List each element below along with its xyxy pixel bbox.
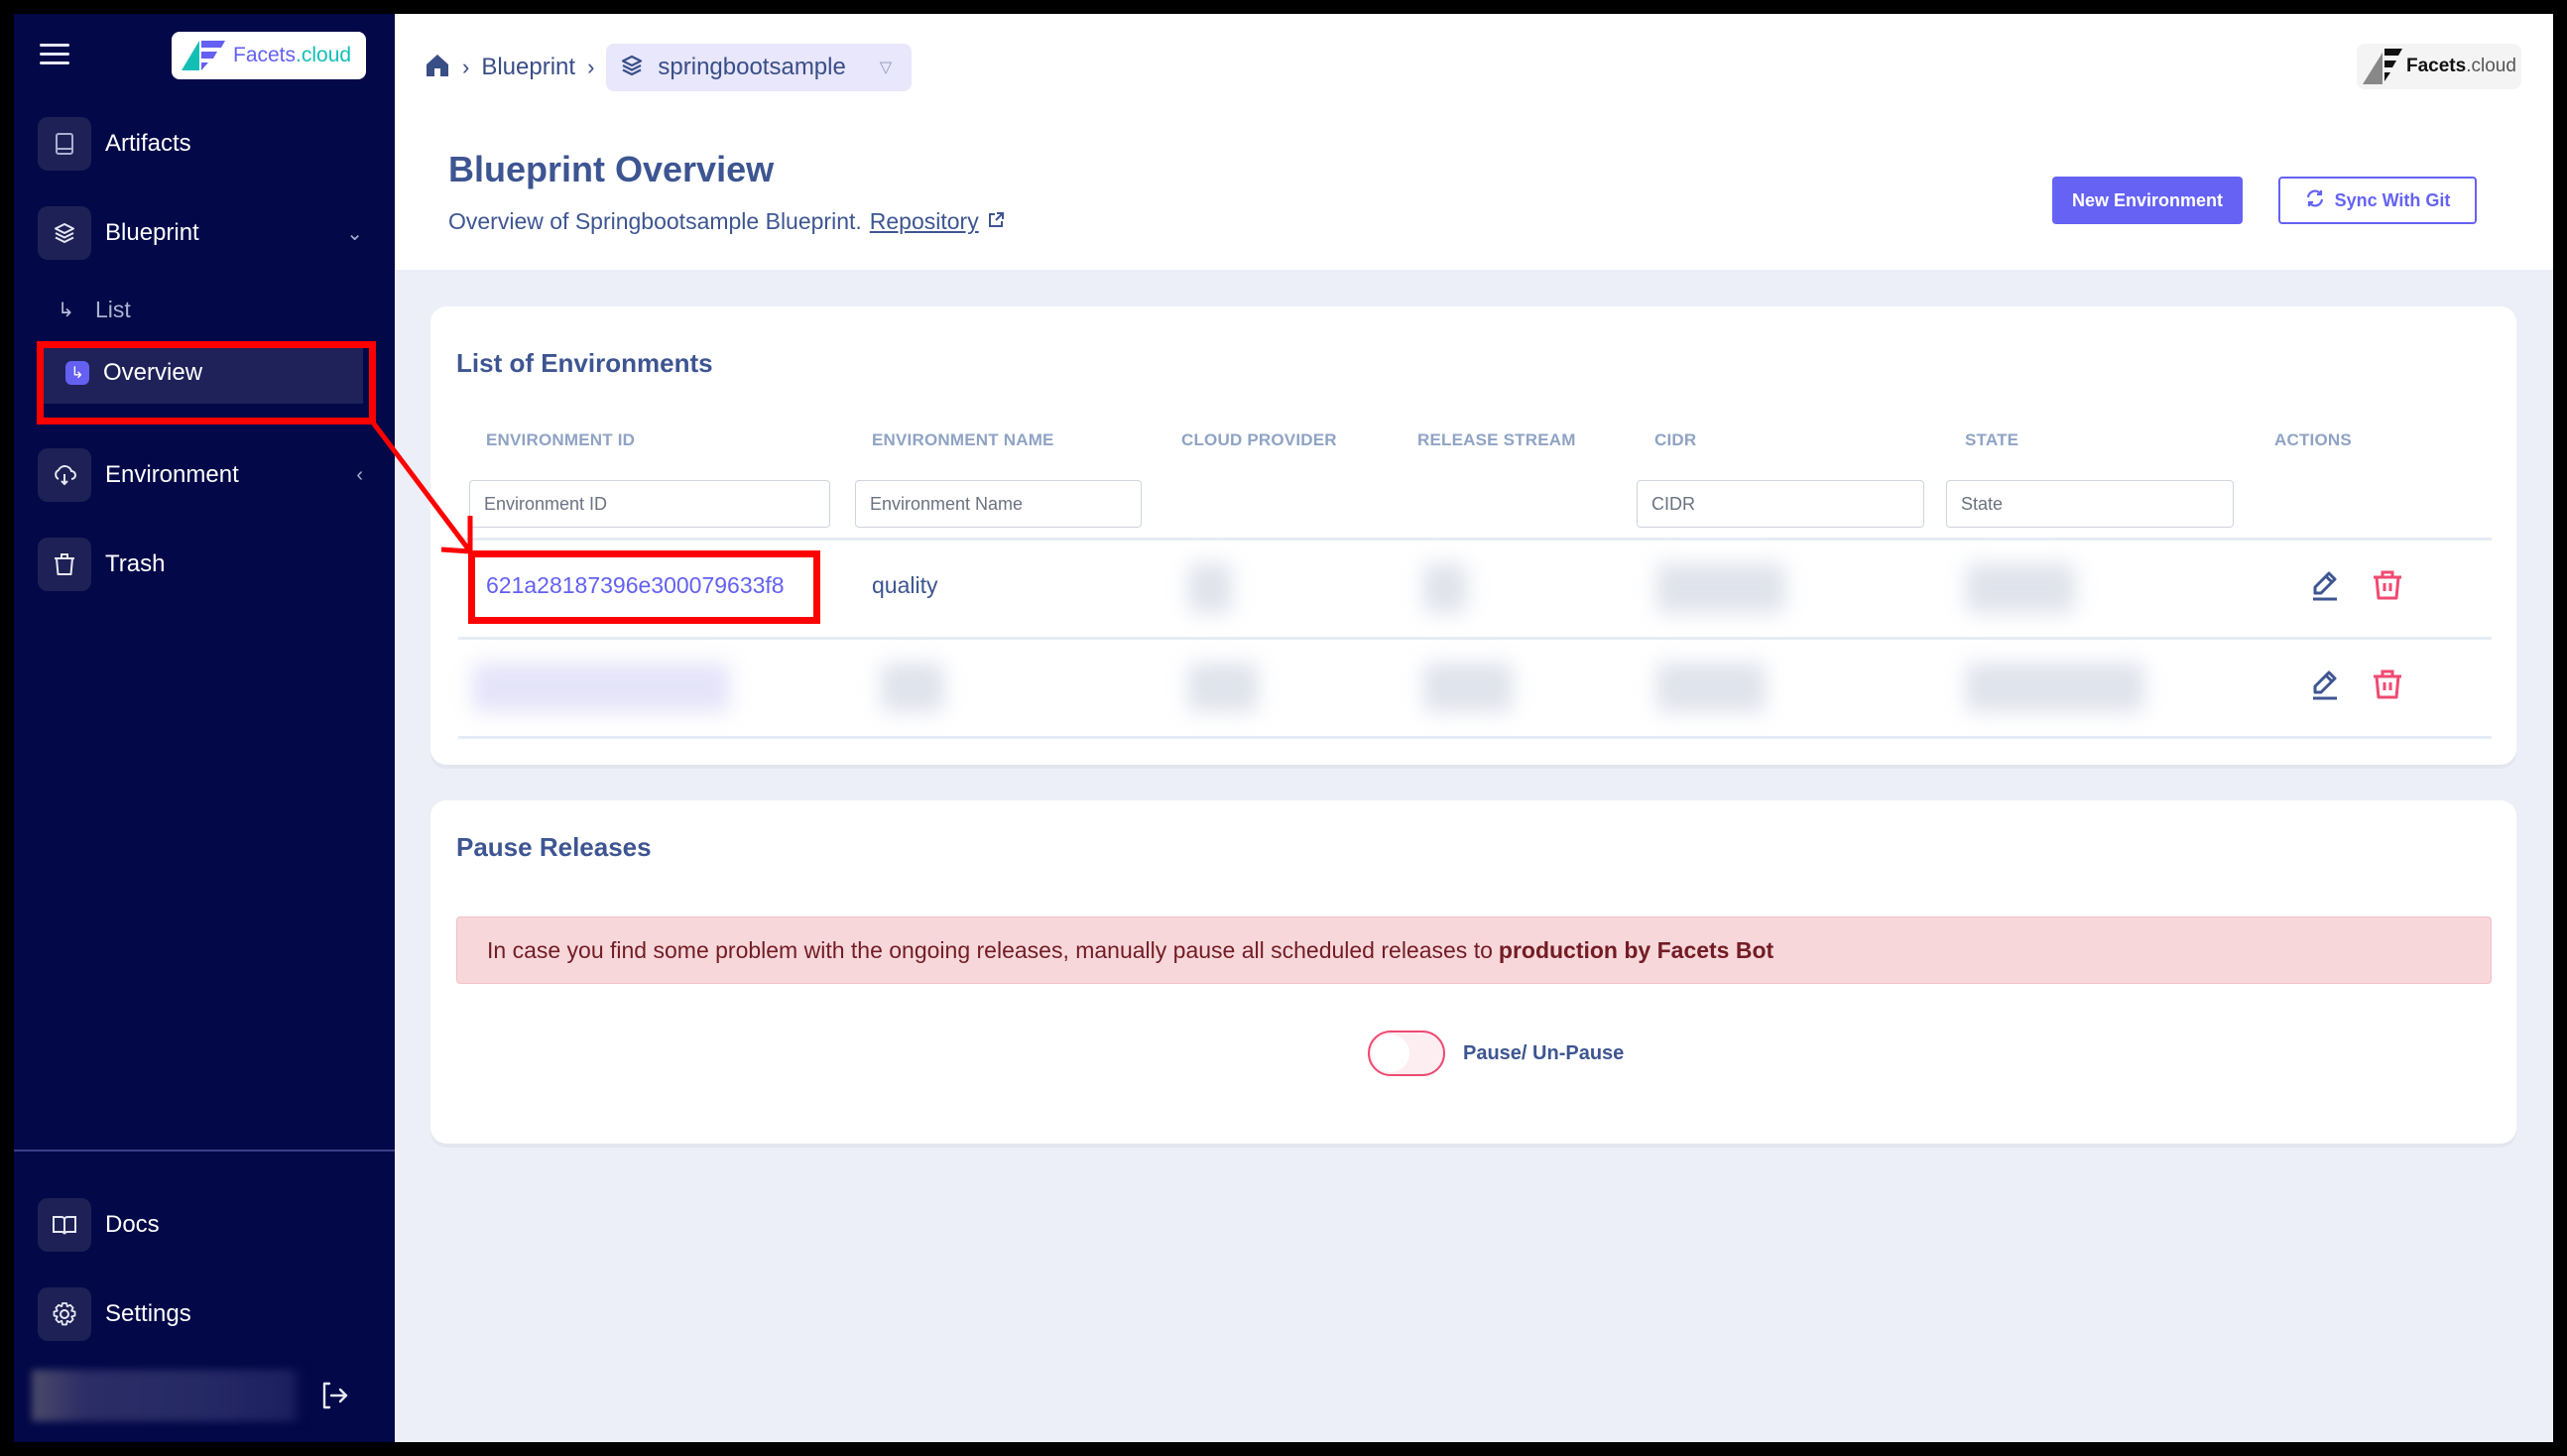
row-divider (458, 538, 2492, 541)
book-icon (38, 117, 91, 171)
column-header-release-stream: RELEASE STREAM (1417, 430, 1576, 449)
sidebar-item-artifacts[interactable]: Artifacts (38, 117, 371, 171)
environments-card: List of Environments ENVIRONMENT ID ENVI… (430, 306, 2516, 765)
sidebar-subitem-list[interactable]: ↳ List (58, 290, 131, 329)
top-logo-text: Facets.cloud (2406, 56, 2516, 76)
state-redacted (1966, 663, 2144, 712)
state-redacted (1966, 563, 2075, 613)
pause-releases-card: Pause Releases In case you find some pro… (430, 800, 2516, 1144)
column-header-cloud-provider: CLOUD PROVIDER (1181, 430, 1337, 449)
annotation-highlight-overview (37, 341, 376, 425)
page-header: › Blueprint › springbootsample ▽ Bluepri… (395, 14, 2553, 270)
sidebar-divider (14, 1150, 395, 1152)
pause-alert: In case you find some problem with the o… (456, 916, 2492, 984)
cloud-provider-redacted (1188, 563, 1232, 613)
pause-alert-emphasis: production by Facets Bot (1498, 936, 1774, 963)
column-header-state: STATE (1965, 430, 2019, 449)
sidebar-item-settings[interactable]: Settings (38, 1287, 371, 1341)
pause-toggle-label: Pause/ Un-Pause (1463, 1041, 1625, 1064)
pause-alert-text: In case you find some problem with the o… (487, 936, 1493, 963)
column-header-environment-name: ENVIRONMENT NAME (872, 430, 1054, 449)
blueprint-selector-value: springbootsample (658, 54, 846, 80)
column-header-actions: ACTIONS (2274, 430, 2352, 449)
facets-logo-mark-icon (2363, 49, 2402, 84)
page-subtitle-text: Overview of Springbootsample Blueprint. (448, 208, 862, 234)
sidebar-item-blueprint[interactable]: Blueprint ⌄ (38, 206, 371, 260)
state-filter[interactable] (1946, 480, 2234, 528)
layers-icon (38, 206, 91, 260)
sub-arrow-icon: ↳ (58, 299, 74, 321)
chevron-down-icon[interactable]: ⌄ (346, 221, 363, 246)
facets-logo[interactable]: Facets.cloud (172, 32, 366, 79)
sidebar-item-label: Settings (105, 1300, 191, 1327)
new-environment-button[interactable]: New Environment (2052, 177, 2243, 224)
pause-toggle-group: Pause/ Un-Pause (1368, 1031, 1624, 1076)
facets-logo-mark-icon (182, 41, 225, 70)
environments-title: List of Environments (456, 348, 713, 378)
environment-id-redacted[interactable] (472, 663, 730, 712)
breadcrumb-separator: › (462, 55, 470, 79)
edit-icon[interactable] (2307, 567, 2343, 603)
facets-logo-top: Facets.cloud (2357, 44, 2521, 89)
home-icon[interactable] (425, 53, 450, 83)
row-divider (458, 637, 2492, 640)
repository-link[interactable]: Repository (870, 208, 979, 235)
cloud-provider-redacted (1188, 663, 1258, 712)
logout-icon[interactable] (317, 1379, 351, 1412)
sidebar-item-label: Docs (105, 1211, 160, 1238)
app-window: Facets.cloud Artifacts Blueprint ⌄ ↳ Lis… (14, 14, 2553, 1442)
environment-id-filter[interactable] (469, 480, 830, 528)
delete-icon[interactable] (2370, 667, 2405, 702)
delete-icon[interactable] (2370, 567, 2405, 603)
annotation-highlight-environment-id (468, 550, 820, 624)
column-header-cidr: CIDR (1654, 430, 1697, 449)
user-profile-redacted[interactable] (32, 1370, 303, 1421)
trash-icon (38, 538, 91, 591)
logo-text: Facets.cloud (233, 44, 352, 66)
menu-toggle-icon[interactable] (40, 44, 69, 69)
dropdown-triangle-icon: ▽ (879, 60, 893, 76)
edit-icon[interactable] (2307, 667, 2343, 702)
sidebar-item-label: Artifacts (105, 130, 191, 157)
sidebar-item-label: Blueprint (105, 219, 199, 246)
environment-name-filter[interactable] (855, 480, 1142, 528)
toggle-knob (1372, 1034, 1409, 1072)
breadcrumb: › Blueprint › springbootsample ▽ (425, 44, 913, 91)
sync-with-git-button[interactable]: Sync With Git (2278, 177, 2477, 224)
page-title: Blueprint Overview (448, 149, 775, 189)
external-link-icon[interactable] (987, 208, 1005, 235)
sync-button-label: Sync With Git (2334, 189, 2451, 210)
sidebar: Facets.cloud Artifacts Blueprint ⌄ ↳ Lis… (14, 14, 395, 1442)
cidr-filter[interactable] (1637, 480, 1924, 528)
sidebar-item-trash[interactable]: Trash (38, 538, 371, 591)
chevron-left-icon[interactable]: ‹ (356, 464, 363, 487)
breadcrumb-blueprint[interactable]: Blueprint (481, 54, 575, 81)
blueprint-selector[interactable]: springbootsample ▽ (606, 44, 913, 91)
environment-name-redacted (881, 663, 944, 712)
sidebar-subitem-label: List (95, 296, 131, 322)
sidebar-item-environment[interactable]: Environment ‹ (38, 448, 371, 502)
open-book-icon (38, 1198, 91, 1252)
cidr-redacted (1656, 663, 1766, 712)
page-subtitle: Overview of Springbootsample Blueprint. … (448, 208, 1005, 235)
column-header-environment-id: ENVIRONMENT ID (486, 430, 636, 449)
pause-toggle[interactable] (1368, 1031, 1445, 1076)
pause-releases-title: Pause Releases (456, 832, 652, 862)
environment-name-cell: quality (872, 572, 938, 598)
cloud-download-icon (38, 448, 91, 502)
breadcrumb-separator: › (587, 55, 595, 79)
layers-icon (620, 54, 644, 82)
release-stream-redacted (1423, 563, 1467, 613)
release-stream-redacted (1423, 663, 1513, 712)
sync-icon (2305, 188, 2325, 213)
sidebar-item-docs[interactable]: Docs (38, 1198, 371, 1252)
cidr-redacted (1656, 563, 1785, 613)
gear-icon (38, 1287, 91, 1341)
sidebar-item-label: Environment (105, 461, 239, 488)
row-divider (458, 736, 2492, 739)
sidebar-item-label: Trash (105, 550, 166, 577)
